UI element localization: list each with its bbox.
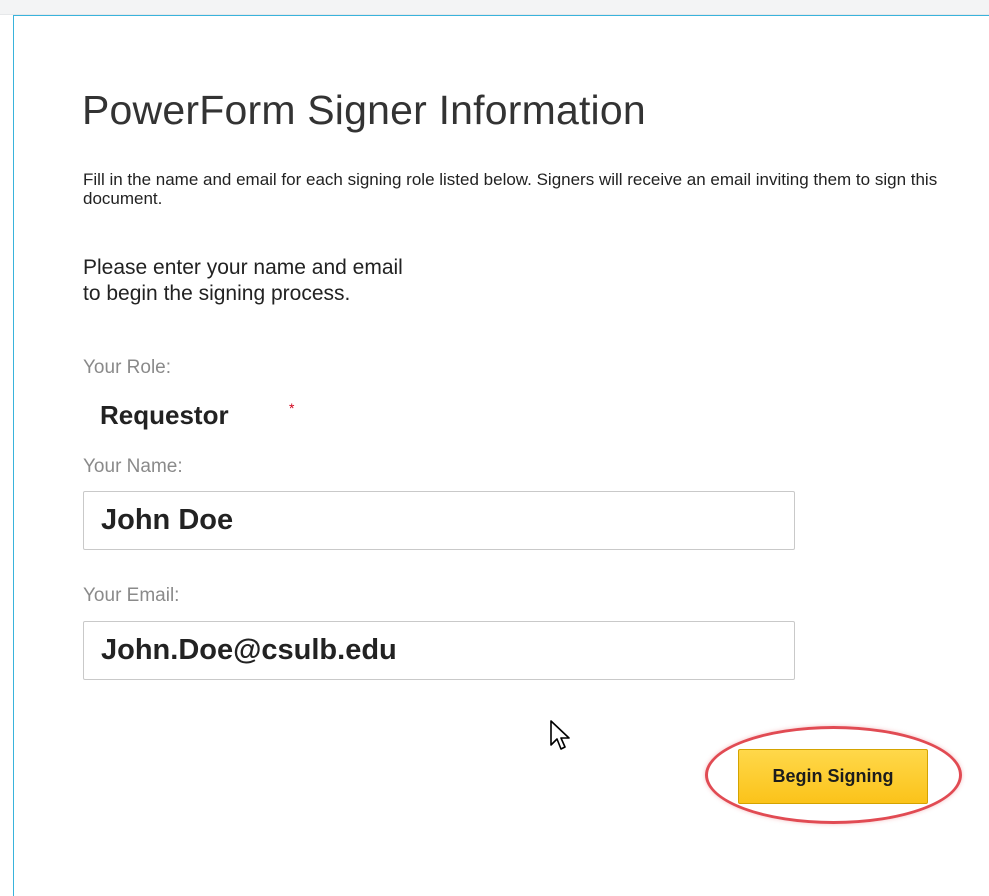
top-bar [0,0,989,15]
page-title: PowerForm Signer Information [82,87,646,133]
signing-prompt: Please enter your name and email to begi… [83,255,583,307]
intro-text: Fill in the name and email for each sign… [83,170,938,208]
begin-signing-button[interactable]: Begin Signing [738,749,928,804]
prompt-line-1: Please enter your name and email [83,256,403,279]
role-value: Requestor [100,400,229,430]
mouse-pointer-icon [550,720,570,750]
name-input[interactable] [83,491,795,550]
prompt-line-2: to begin the signing process. [83,282,351,305]
email-label: Your Email: [83,585,180,606]
required-marker: * [289,400,295,416]
role-label: Your Role: [83,357,172,378]
email-input[interactable] [83,621,795,680]
name-label: Your Name: [83,456,183,477]
